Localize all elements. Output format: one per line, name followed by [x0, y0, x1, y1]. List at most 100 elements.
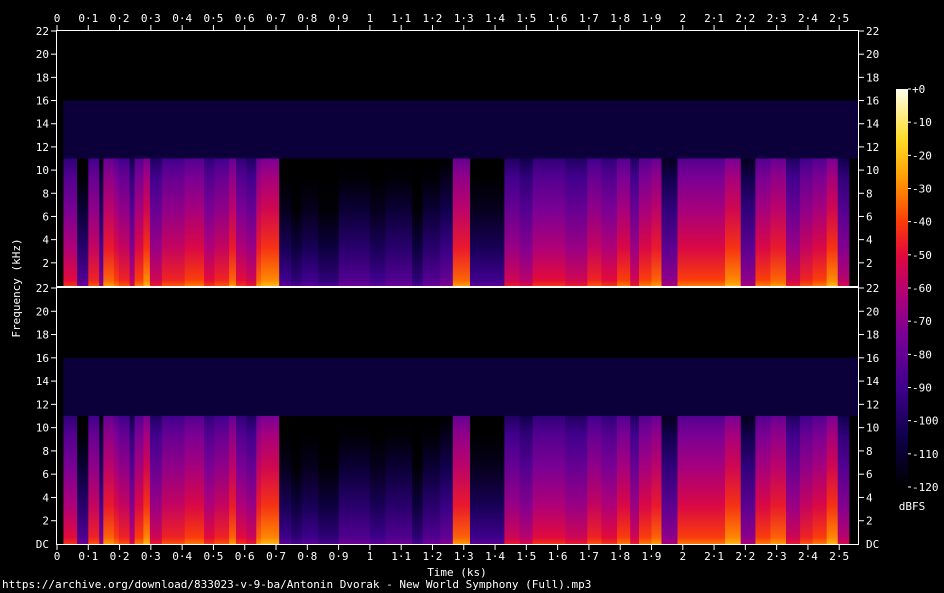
y-tick-label: 12	[866, 141, 879, 154]
y-tick-label: 14	[36, 375, 50, 388]
y-axis-label: Frequency (kHz)	[10, 238, 23, 337]
y-tick-label: 4	[42, 234, 49, 247]
colorbar-tick-label: -60	[912, 282, 932, 295]
spectral-band	[279, 416, 292, 544]
y-tick-label: 18	[866, 71, 879, 84]
x-tick-label: 1·2	[423, 12, 443, 25]
spectral-band	[651, 416, 663, 544]
spectral-band	[88, 416, 100, 544]
y-tick-label: 18	[866, 329, 879, 342]
y-tick-label: 10	[866, 164, 879, 177]
spectral-band	[639, 158, 653, 286]
spectral-band	[519, 158, 534, 286]
x-tick-label: 1·6	[548, 550, 568, 563]
colorbar-gradient	[896, 89, 908, 487]
colorbar-tick-label: +0	[912, 83, 925, 96]
spectral-band	[587, 158, 602, 286]
spectral-band	[161, 416, 176, 544]
spectral-band	[118, 416, 131, 544]
x-tick-label: 0·8	[297, 550, 317, 563]
spectral-band	[422, 416, 441, 544]
y-tick-label: 12	[36, 141, 49, 154]
spectral-band	[452, 416, 471, 544]
spectral-band	[677, 416, 703, 544]
spectral-band	[452, 158, 471, 286]
colorbar-tick-label: -80	[912, 348, 932, 361]
spectral-band	[470, 158, 488, 286]
spectral-band	[161, 158, 176, 286]
spectral-band	[677, 158, 703, 286]
spectral-band	[651, 158, 663, 286]
spectral-band	[487, 416, 505, 544]
spectral-band	[318, 158, 340, 286]
spectral-band	[301, 158, 319, 286]
x-tick-label: 0·9	[329, 12, 349, 25]
spectral-band	[755, 158, 771, 286]
spectral-band	[755, 416, 771, 544]
x-tick-label: 2·5	[829, 12, 849, 25]
spectral-band	[63, 416, 78, 544]
spectral-band	[246, 158, 257, 286]
spectral-band	[661, 416, 679, 544]
x-tick-label: 1·7	[579, 12, 599, 25]
y-tick-label: 18	[36, 329, 49, 342]
colorbar: +0 -10 -20 -30 -40 -50 -60 -70 -80 -90 -100 -110 -12…	[896, 83, 939, 494]
spectral-band	[812, 158, 828, 286]
y-tick-label: 16	[866, 95, 879, 108]
y-tick-label: 6	[866, 468, 873, 481]
leading-silence	[57, 31, 64, 286]
spectral-band	[369, 158, 387, 286]
spectral-band	[532, 158, 551, 286]
y-tick-label: 14	[866, 118, 880, 131]
spectral-band	[149, 158, 163, 286]
leading-silence	[57, 288, 64, 544]
x-tick-label: 0·9	[329, 550, 349, 563]
colorbar-tick-label: -90	[912, 382, 932, 395]
y-tick-label: 4	[42, 491, 49, 504]
colorbar-tick-label: -10	[912, 116, 932, 129]
spectral-band	[549, 416, 566, 544]
x-tick-label: 2·5	[829, 550, 849, 563]
spectral-band	[99, 158, 104, 286]
spectral-band	[549, 158, 566, 286]
spectral-band	[204, 158, 215, 286]
x-tick-label: 0·2	[110, 550, 130, 563]
spectral-band	[630, 416, 640, 544]
x-tick-label: 0·3	[141, 12, 161, 25]
spectral-band	[103, 416, 115, 544]
colorbar-tick-label: -40	[912, 216, 932, 229]
spectral-band	[229, 158, 237, 286]
x-tick-label: 1	[367, 12, 374, 25]
spectral-band	[487, 158, 505, 286]
spectral-band	[175, 416, 186, 544]
x-tick-label: 2·4	[798, 12, 818, 25]
spectral-band	[256, 158, 262, 286]
spectral-band	[504, 158, 520, 286]
y-tick-label: 8	[866, 187, 873, 200]
colorbar-tick-label: -50	[912, 249, 932, 262]
x-tick-label: 1·4	[485, 550, 505, 563]
y-tick-label: 6	[42, 210, 49, 223]
spectral-band	[369, 416, 387, 544]
spectral-band	[740, 158, 756, 286]
x-tick-label: 0·2	[110, 12, 130, 25]
spectral-band	[714, 158, 726, 286]
spectral-band	[301, 416, 319, 544]
y-tick-label: 6	[42, 468, 49, 481]
high-band-noise	[57, 357, 858, 416]
spectral-band	[118, 158, 131, 286]
spectral-band	[725, 158, 742, 286]
x-tick-label: 0·3	[141, 550, 161, 563]
spectral-band	[786, 416, 801, 544]
y-tick-label: 14	[866, 375, 880, 388]
spectral-band	[630, 158, 640, 286]
spectral-band	[265, 416, 280, 544]
y-tick-label: 10	[36, 164, 49, 177]
x-tick-label: 0·7	[266, 550, 286, 563]
spectral-band	[265, 158, 280, 286]
spectral-band	[412, 158, 423, 286]
spectral-band	[352, 158, 371, 286]
y-tick-label: 22	[866, 25, 879, 38]
spectral-band	[385, 416, 413, 544]
spectral-band	[318, 416, 340, 544]
